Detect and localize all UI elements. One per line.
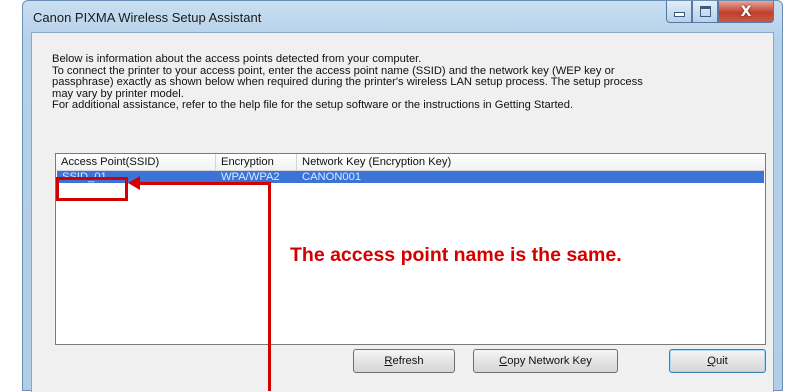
list-header: Access Point(SSID) Encryption Network Ke… <box>56 154 765 171</box>
column-header-ssid[interactable]: Access Point(SSID) <box>56 154 216 170</box>
info-line: Below is information about the access po… <box>52 53 422 65</box>
maximize-icon <box>699 6 711 17</box>
quit-button[interactable]: Quit <box>669 349 766 373</box>
maximize-button[interactable] <box>692 1 718 23</box>
copy-network-key-button[interactable]: Copy Network Key <box>473 349 618 373</box>
annotation-note: The access point name is the same. <box>290 244 622 266</box>
refresh-button[interactable]: Refresh <box>353 349 455 373</box>
quit-mnemonic: Q <box>707 355 716 367</box>
setup-assistant-window: Canon PIXMA Wireless Setup Assistant X B… <box>22 0 783 392</box>
close-icon: X <box>740 3 752 20</box>
annotation-vertical-line <box>268 182 271 391</box>
column-header-encryption[interactable]: Encryption <box>216 154 297 170</box>
refresh-label: efresh <box>392 355 424 367</box>
info-line: For additional assistance, refer to the … <box>52 99 574 112</box>
close-button[interactable]: X <box>718 1 774 23</box>
arrow-left-icon <box>128 176 140 190</box>
annotation-arrow-line <box>134 182 271 185</box>
window-title: Canon PIXMA Wireless Setup Assistant <box>33 10 262 25</box>
minimize-icon <box>673 12 685 17</box>
cell-network-key: CANON001 <box>302 171 362 183</box>
column-header-network-key[interactable]: Network Key (Encryption Key) <box>297 154 767 170</box>
info-text: Below is information about the access po… <box>52 53 764 112</box>
refresh-mnemonic: R <box>384 355 393 367</box>
minimize-button[interactable] <box>666 1 692 23</box>
quit-label: uit <box>715 355 728 367</box>
ssid-highlight-box <box>56 177 128 201</box>
caption-buttons: X <box>666 1 776 25</box>
copy-label: opy Network Key <box>507 355 592 367</box>
dialog-body: Below is information about the access po… <box>31 32 774 392</box>
